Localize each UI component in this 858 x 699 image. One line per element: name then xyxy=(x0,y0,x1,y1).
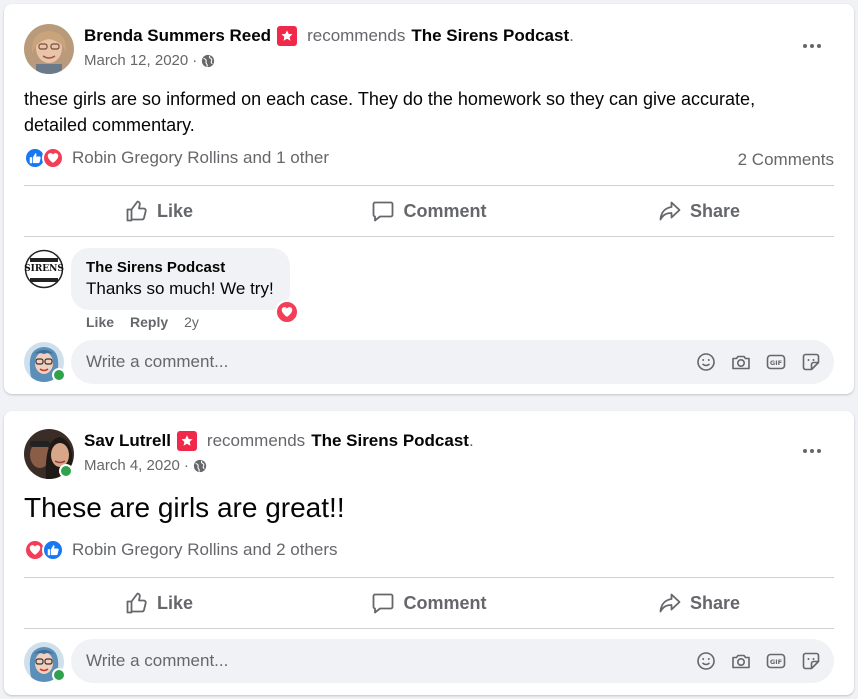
svg-text:GIF: GIF xyxy=(770,658,782,666)
post-header: Brenda Summers Reed recommends The Siren… xyxy=(84,25,574,47)
share-icon xyxy=(659,201,681,221)
sticker-icon[interactable] xyxy=(798,349,824,375)
comment-author[interactable]: The Sirens Podcast xyxy=(86,258,274,278)
share-label: Share xyxy=(689,592,741,613)
like-reaction-icon xyxy=(42,539,64,561)
share-button[interactable]: Share xyxy=(564,581,834,625)
meta-dot: · xyxy=(183,457,189,474)
online-status-indicator xyxy=(59,464,73,478)
like-button[interactable]: Like xyxy=(24,189,294,233)
divider xyxy=(24,236,834,237)
comment-actions: Like Reply 2y xyxy=(86,314,199,330)
divider xyxy=(24,628,834,629)
comment-label: Comment xyxy=(403,200,487,221)
gif-icon[interactable]: GIF xyxy=(763,648,789,674)
globe-icon xyxy=(202,54,215,67)
share-label: Share xyxy=(689,200,741,221)
reaction-summary[interactable]: Robin Gregory Rollins and 1 other xyxy=(24,147,329,169)
camera-icon[interactable] xyxy=(728,648,754,674)
author-name[interactable]: Brenda Summers Reed xyxy=(84,25,271,47)
page-name-link[interactable]: The Sirens Podcast xyxy=(311,430,469,452)
author-avatar[interactable] xyxy=(24,24,74,74)
post-meta: March 4, 2020 · xyxy=(84,457,207,474)
camera-icon[interactable] xyxy=(728,349,754,375)
comment-icon xyxy=(373,201,394,222)
share-icon xyxy=(659,593,681,613)
like-label: Like xyxy=(156,200,194,221)
comment-time[interactable]: 2y xyxy=(184,314,199,330)
avatar-logo-text: SIRENS xyxy=(24,264,64,274)
share-button[interactable]: Share xyxy=(564,189,834,233)
like-button[interactable]: Like xyxy=(24,581,294,625)
post-actions: Like Comment Share xyxy=(24,189,834,233)
svg-text:GIF: GIF xyxy=(770,359,782,367)
thumbs-up-icon xyxy=(126,200,147,222)
emoji-icon[interactable] xyxy=(693,648,719,674)
commenter-avatar[interactable]: SIRENS xyxy=(24,249,64,289)
reaction-summary-text: Robin Gregory Rollins and 2 others xyxy=(72,540,338,559)
gif-icon[interactable]: GIF xyxy=(763,349,789,375)
post-meta: March 12, 2020 · xyxy=(84,52,215,69)
post-header: Sav Lutrell recommends The Sirens Podcas… xyxy=(84,430,474,452)
post-text: These are girls are great!! xyxy=(24,492,345,523)
thumbs-up-icon xyxy=(126,592,147,614)
header-period: . xyxy=(569,26,574,45)
post-text: these girls are so informed on each case… xyxy=(24,89,756,135)
comment-button[interactable]: Comment xyxy=(294,581,564,625)
comment-button[interactable]: Comment xyxy=(294,189,564,233)
online-status-indicator xyxy=(52,368,66,382)
comment-love-reaction-icon[interactable] xyxy=(275,300,299,324)
divider xyxy=(24,185,834,186)
emoji-icon[interactable] xyxy=(693,349,719,375)
globe-icon xyxy=(193,459,207,472)
post-actions: Like Comment Share xyxy=(24,581,834,625)
write-comment-box: GIF xyxy=(71,639,834,683)
comment-text: Thanks so much! We try! xyxy=(86,279,274,298)
comment-bubble: The Sirens Podcast Thanks so much! We tr… xyxy=(71,248,290,310)
recommend-badge-icon xyxy=(277,26,298,46)
meta-dot: · xyxy=(192,52,198,69)
post-date[interactable]: March 4, 2020 xyxy=(84,457,180,474)
comment-input[interactable] xyxy=(86,352,684,372)
post-card: Brenda Summers Reed recommends The Siren… xyxy=(4,4,854,394)
comment-label: Comment xyxy=(403,592,487,613)
reaction-summary[interactable]: Robin Gregory Rollins and 2 others xyxy=(24,539,338,561)
reaction-summary-text: Robin Gregory Rollins and 1 other xyxy=(72,148,330,167)
love-reaction-icon xyxy=(42,147,64,169)
post-date[interactable]: March 12, 2020 xyxy=(84,52,188,69)
header-period: . xyxy=(468,431,474,450)
recommend-badge-icon xyxy=(176,431,197,451)
write-comment-box: GIF xyxy=(71,340,834,384)
comment-input[interactable] xyxy=(86,651,684,671)
more-options-icon[interactable] xyxy=(800,439,824,463)
author-name[interactable]: Sav Lutrell xyxy=(84,430,171,452)
more-options-icon[interactable] xyxy=(800,34,824,58)
recommends-text: recommends xyxy=(307,26,406,45)
post-card: Sav Lutrell recommends The Sirens Podcas… xyxy=(4,411,854,695)
like-label: Like xyxy=(156,592,194,613)
comment-icon xyxy=(373,593,394,614)
comment-like-link[interactable]: Like xyxy=(86,314,114,330)
online-status-indicator xyxy=(52,668,66,682)
recommends-text: recommends xyxy=(206,431,306,450)
sticker-icon[interactable] xyxy=(798,648,824,674)
page-name-link[interactable]: The Sirens Podcast xyxy=(411,25,569,47)
divider xyxy=(24,577,834,578)
comment-reply-link[interactable]: Reply xyxy=(130,314,168,330)
comments-count[interactable]: 2 Comments xyxy=(738,150,834,170)
